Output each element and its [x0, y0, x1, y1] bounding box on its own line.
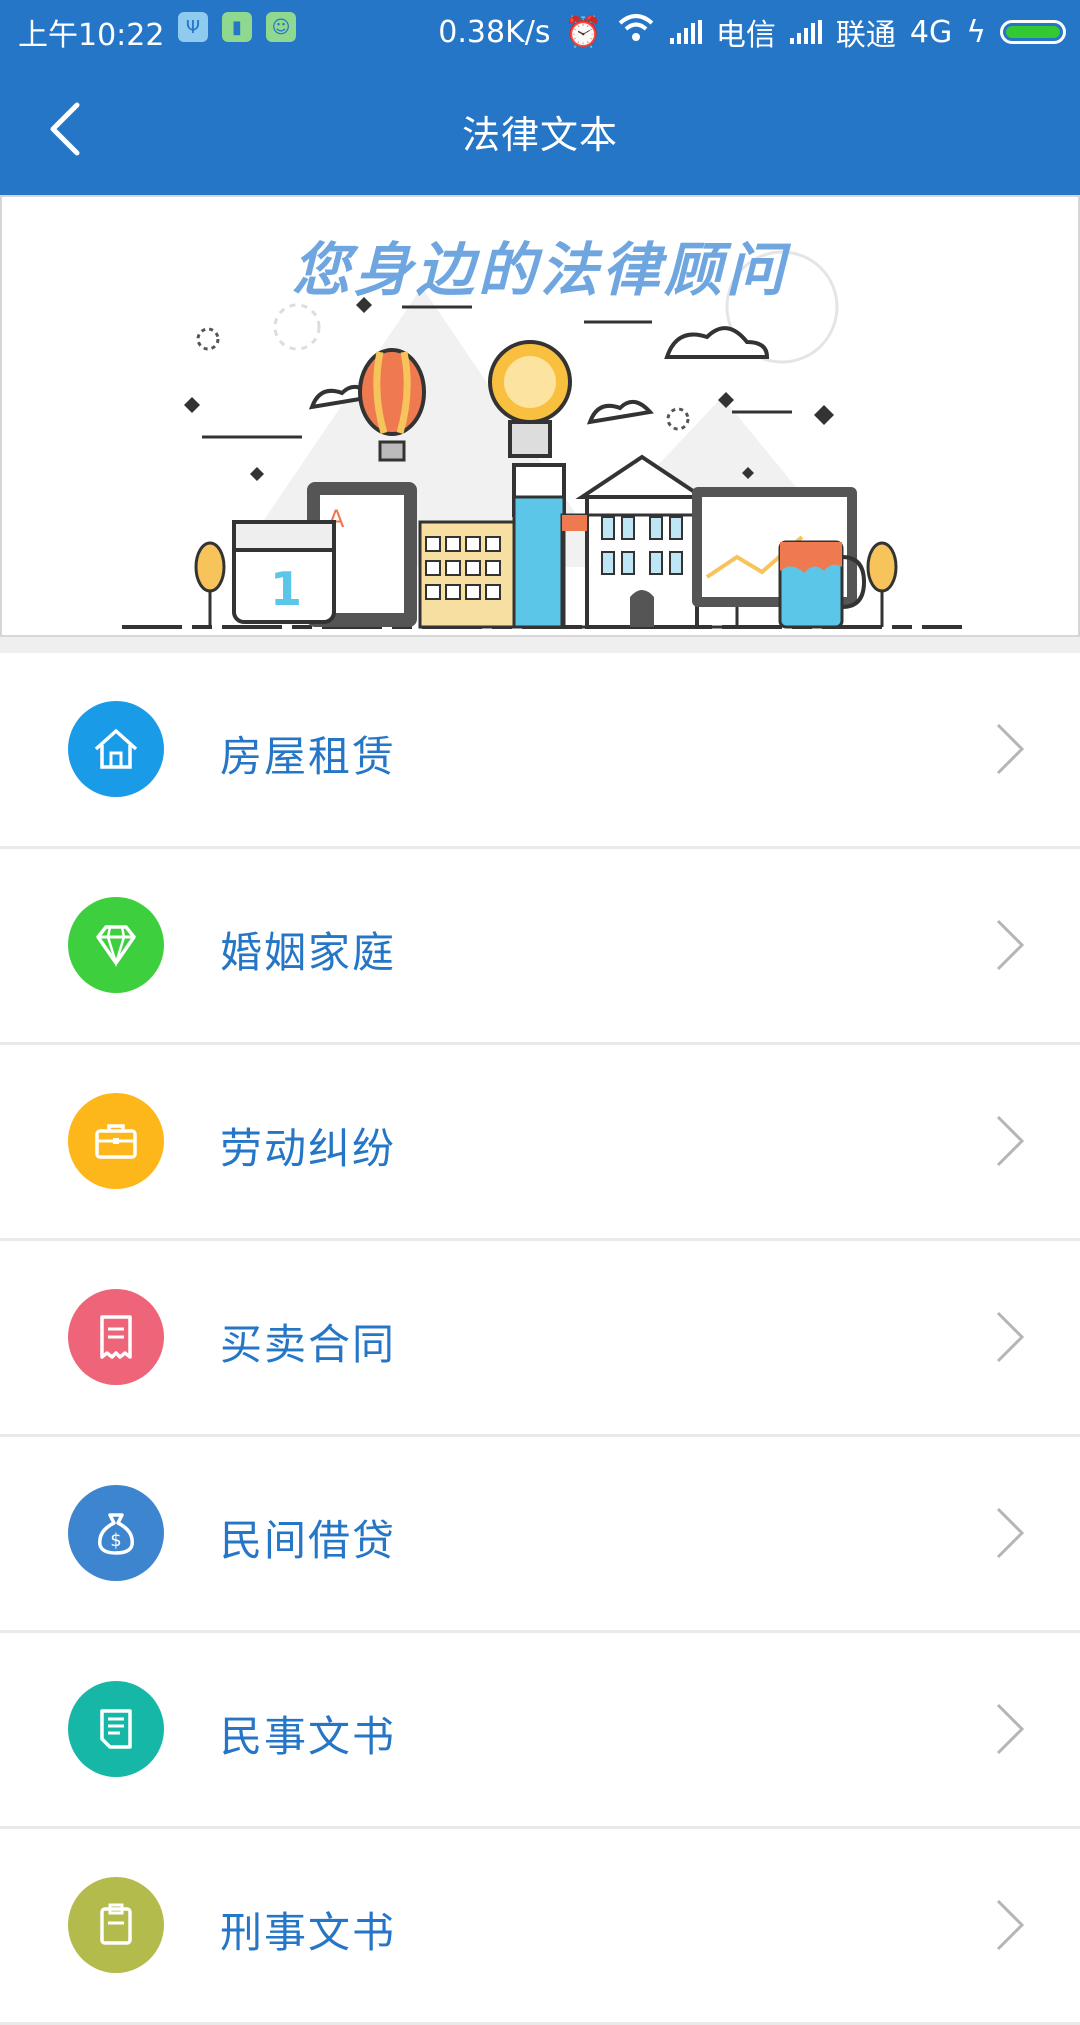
list-item-label: 民事文书 [220, 1712, 397, 1761]
banner: A 1 您身边的法律顾问 [0, 195, 1080, 637]
status-right: 0.38K/s ⏰ 电信 联通 4G ϟ [438, 10, 1066, 54]
list-item-label: 刑事文书 [220, 1908, 397, 1957]
status-time: 上午10:22 [18, 18, 165, 53]
clipboard-icon [68, 1877, 164, 1973]
battery-icon [1000, 20, 1066, 44]
money-bag-icon: $ [68, 1485, 164, 1581]
chevron-right-icon [996, 1899, 1025, 1951]
list-item-house-rental[interactable]: 房屋租赁 [0, 653, 1080, 849]
list-item-label: 民间借贷 [220, 1516, 397, 1565]
notification-icons: Ψ ▮ ☺ [178, 12, 296, 42]
receipt-icon [68, 1289, 164, 1385]
house-icon [68, 701, 164, 797]
sim-icon: ▮ [222, 12, 252, 42]
alarm-icon: ⏰ [564, 14, 602, 50]
chevron-right-icon [996, 1311, 1025, 1363]
category-list: 房屋租赁 婚姻家庭 劳动纠纷 买卖合同 $ 民间借贷 民事文书 刑事文书 [0, 653, 1080, 2025]
list-item-sales-contract[interactable]: 买卖合同 [0, 1241, 1080, 1437]
chevron-right-icon [996, 1507, 1025, 1559]
list-item-labor-dispute[interactable]: 劳动纠纷 [0, 1045, 1080, 1241]
document-icon [68, 1681, 164, 1777]
list-item-label: 劳动纠纷 [220, 1124, 397, 1173]
section-gap [0, 637, 1080, 653]
network-type: 4G [909, 14, 953, 50]
wifi-icon [616, 13, 656, 51]
usb-icon: Ψ [178, 12, 208, 42]
list-item-private-lending[interactable]: $ 民间借贷 [0, 1437, 1080, 1633]
list-item-label: 买卖合同 [220, 1320, 397, 1369]
svg-text:1: 1 [270, 562, 302, 616]
signal-icon-1 [669, 20, 702, 44]
banner-headline: 您身边的法律顾问 [291, 236, 788, 304]
list-item-criminal-documents[interactable]: 刑事文书 [0, 1829, 1080, 2025]
net-speed: 0.38K/s [438, 14, 551, 50]
chevron-right-icon [996, 919, 1025, 971]
list-item-label: 房屋租赁 [220, 732, 397, 781]
carrier-2: 联通 [835, 18, 896, 53]
app-header: 上午10:22 Ψ ▮ ☺ 0.38K/s ⏰ 电信 联通 4G ϟ 法律文本 [0, 0, 1080, 195]
page-title: 法律文本 [461, 113, 618, 157]
diamond-icon [68, 897, 164, 993]
nav-bar: 法律文本 [0, 62, 1080, 195]
carrier-1: 电信 [715, 18, 776, 53]
list-item-marriage-family[interactable]: 婚姻家庭 [0, 849, 1080, 1045]
chevron-right-icon [996, 1703, 1025, 1755]
signal-icon-2 [789, 20, 822, 44]
charging-icon: ϟ [966, 14, 986, 50]
chevron-right-icon [996, 1115, 1025, 1167]
briefcase-icon [68, 1093, 164, 1189]
list-item-label: 婚姻家庭 [220, 928, 397, 977]
chevron-right-icon [996, 723, 1025, 775]
svg-text:$: $ [110, 1530, 121, 1551]
status-bar: 上午10:22 Ψ ▮ ☺ 0.38K/s ⏰ 电信 联通 4G ϟ [0, 0, 1080, 62]
android-icon: ☺ [266, 12, 296, 42]
list-item-civil-documents[interactable]: 民事文书 [0, 1633, 1080, 1829]
